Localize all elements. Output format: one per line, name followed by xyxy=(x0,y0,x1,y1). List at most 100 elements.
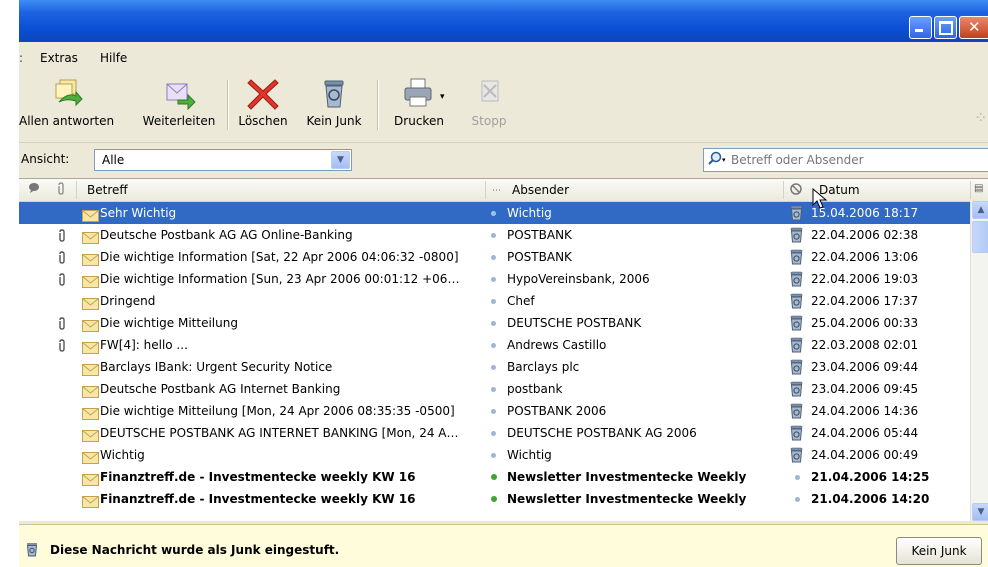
list-scrollbar[interactable]: ▲ ▼ xyxy=(970,201,988,521)
not-junk-button[interactable]: Kein Junk xyxy=(299,76,369,128)
menu-truncated-separator: : xyxy=(19,51,24,65)
print-button[interactable]: ▾ Drucken xyxy=(384,76,454,128)
message-row[interactable]: Barclays IBank: Urgent Security Notice Ba… xyxy=(19,356,970,378)
junk-status-icon[interactable] xyxy=(789,205,804,221)
message-sender: DEUTSCHE POSTBANK AG 2006 xyxy=(507,426,697,440)
message-list[interactable]: Betreff ⋯ Absender Datum ▤ Sehr Wichtig W… xyxy=(19,178,988,521)
message-row[interactable]: Deutsche Postbank AG Internet Banking pos… xyxy=(19,378,970,400)
junk-status-icon[interactable] xyxy=(789,337,804,353)
attachment-column-icon[interactable] xyxy=(56,182,66,199)
search-dropdown-icon[interactable]: ▾ xyxy=(722,156,726,164)
not-junk-label: Kein Junk xyxy=(306,114,362,128)
message-date: 21.04.2006 14:20 xyxy=(811,492,930,506)
junk-status-icon[interactable] xyxy=(789,381,804,397)
activity-throbber-icon: ⁘ xyxy=(974,108,988,127)
junk-status-icon[interactable] xyxy=(789,403,804,419)
envelope-icon xyxy=(82,339,99,354)
read-status-icon[interactable] xyxy=(491,255,496,260)
print-dropdown-icon[interactable]: ▾ xyxy=(440,92,445,102)
message-date: 23.04.2006 09:44 xyxy=(811,360,919,374)
read-status-icon[interactable] xyxy=(491,233,496,238)
forward-label: Weiterleiten xyxy=(142,114,216,128)
junk-status-dot-icon[interactable] xyxy=(795,475,800,480)
junk-status-icon[interactable] xyxy=(789,315,804,331)
read-status-icon[interactable] xyxy=(491,409,496,414)
junk-status-icon[interactable] xyxy=(789,293,804,309)
message-sender: Barclays plc xyxy=(507,360,580,374)
read-status-icon[interactable] xyxy=(491,343,496,348)
junk-status-icon[interactable] xyxy=(789,425,804,441)
scroll-up-icon[interactable]: ▲ xyxy=(972,201,988,219)
read-status-icon[interactable] xyxy=(491,321,496,326)
envelope-icon xyxy=(82,427,99,442)
forward-button[interactable]: Weiterleiten xyxy=(139,76,219,128)
message-row[interactable]: Die wichtige Information [Sun, 23 Apr 20… xyxy=(19,268,970,290)
close-button[interactable]: ✕ xyxy=(959,16,988,39)
message-row[interactable]: Die wichtige Mitteilung [Mon, 24 Apr 200… xyxy=(19,400,970,422)
read-status-icon[interactable] xyxy=(491,277,496,282)
message-date: 24.04.2006 14:36 xyxy=(811,404,919,418)
junk-status-icon[interactable] xyxy=(789,227,804,243)
message-row[interactable]: Finanztreff.de - Investmentecke weekly K… xyxy=(19,466,970,488)
scroll-down-icon[interactable]: ▼ xyxy=(972,503,988,521)
message-row[interactable]: FW[4]: hello ... Andrews Castillo 22.03.20… xyxy=(19,334,970,356)
search-input[interactable]: ▾ Betreff oder Absender xyxy=(703,148,988,172)
message-date: 22.04.2006 13:06 xyxy=(811,250,919,264)
junk-status-icon[interactable] xyxy=(789,249,804,265)
view-select[interactable]: Alle ▼ xyxy=(94,149,352,171)
message-date: 22.04.2006 19:03 xyxy=(811,272,919,286)
stop-button[interactable]: Stopp xyxy=(464,76,514,128)
message-date: 24.04.2006 05:44 xyxy=(811,426,919,440)
message-date: 23.04.2006 09:45 xyxy=(811,382,919,396)
maximize-button[interactable] xyxy=(934,16,957,39)
message-sender: HypoVereinsbank, 2006 xyxy=(507,272,650,286)
message-subject: Sehr Wichtig xyxy=(100,206,177,220)
message-sender: Chef xyxy=(507,294,535,308)
forward-icon xyxy=(162,76,196,111)
read-status-icon[interactable] xyxy=(491,211,496,216)
title-bar[interactable]: ✕ xyxy=(19,0,988,42)
junk-status-icon[interactable] xyxy=(789,271,804,287)
read-status-icon[interactable] xyxy=(491,387,496,392)
column-picker-icon[interactable]: ▤ xyxy=(974,183,983,194)
junk-status-dot-icon[interactable] xyxy=(795,497,800,502)
delete-button[interactable]: Löschen xyxy=(233,76,293,128)
message-row[interactable]: DEUTSCHE POSTBANK AG INTERNET BANKING [M… xyxy=(19,422,970,444)
junk-status-icon[interactable] xyxy=(789,359,804,375)
junk-message: Diese Nachricht wurde als Junk eingestuf… xyxy=(50,543,340,557)
envelope-icon xyxy=(82,383,99,398)
message-row[interactable]: Finanztreff.de - Investmentecke weekly K… xyxy=(19,488,970,510)
message-row[interactable]: Die wichtige Information [Sat, 22 Apr 20… xyxy=(19,246,970,268)
scroll-thumb[interactable] xyxy=(972,221,988,253)
message-row[interactable]: Deutsche Postbank AG AG Online-Banking PO… xyxy=(19,224,970,246)
message-date: 22.03.2008 02:01 xyxy=(811,338,919,352)
message-sender: Wichtig xyxy=(507,448,552,462)
read-status-icon[interactable] xyxy=(491,453,496,458)
column-subject[interactable]: Betreff xyxy=(87,183,128,197)
read-status-icon[interactable] xyxy=(491,496,497,502)
envelope-icon xyxy=(82,471,99,486)
read-status-icon[interactable] xyxy=(491,431,496,436)
message-row[interactable]: Die wichtige Mitteilung DEUTSCHE POSTBANK… xyxy=(19,312,970,334)
minimize-button[interactable] xyxy=(909,16,932,39)
search-placeholder: Betreff oder Absender xyxy=(731,153,864,167)
menu-extras[interactable]: Extras xyxy=(40,51,78,65)
column-sender[interactable]: Absender xyxy=(512,183,569,197)
chevron-down-icon[interactable]: ▼ xyxy=(331,151,350,169)
message-subject: Die wichtige Mitteilung [Mon, 24 Apr 200… xyxy=(100,404,455,418)
read-status-icon[interactable] xyxy=(491,365,496,370)
junk-status-icon[interactable] xyxy=(789,447,804,463)
menu-hilfe[interactable]: Hilfe xyxy=(100,51,127,65)
envelope-icon xyxy=(82,229,99,244)
read-status-icon[interactable] xyxy=(491,299,496,304)
read-status-column-icon[interactable]: ⋯ xyxy=(492,186,501,196)
read-status-icon[interactable] xyxy=(491,474,497,480)
message-row[interactable]: Wichtig Wichtig 24.04.2006 00:49 xyxy=(19,444,970,466)
junk-column-icon[interactable] xyxy=(789,182,803,199)
trash-can-icon xyxy=(317,76,351,110)
message-row[interactable]: Dringend Chef 22.04.2006 17:37 xyxy=(19,290,970,312)
not-junk-bar-button[interactable]: Kein Junk xyxy=(896,537,982,565)
search-icon[interactable] xyxy=(708,151,722,165)
thread-column-icon[interactable] xyxy=(28,182,40,197)
reply-all-button[interactable]: Allen antworten xyxy=(19,76,114,128)
